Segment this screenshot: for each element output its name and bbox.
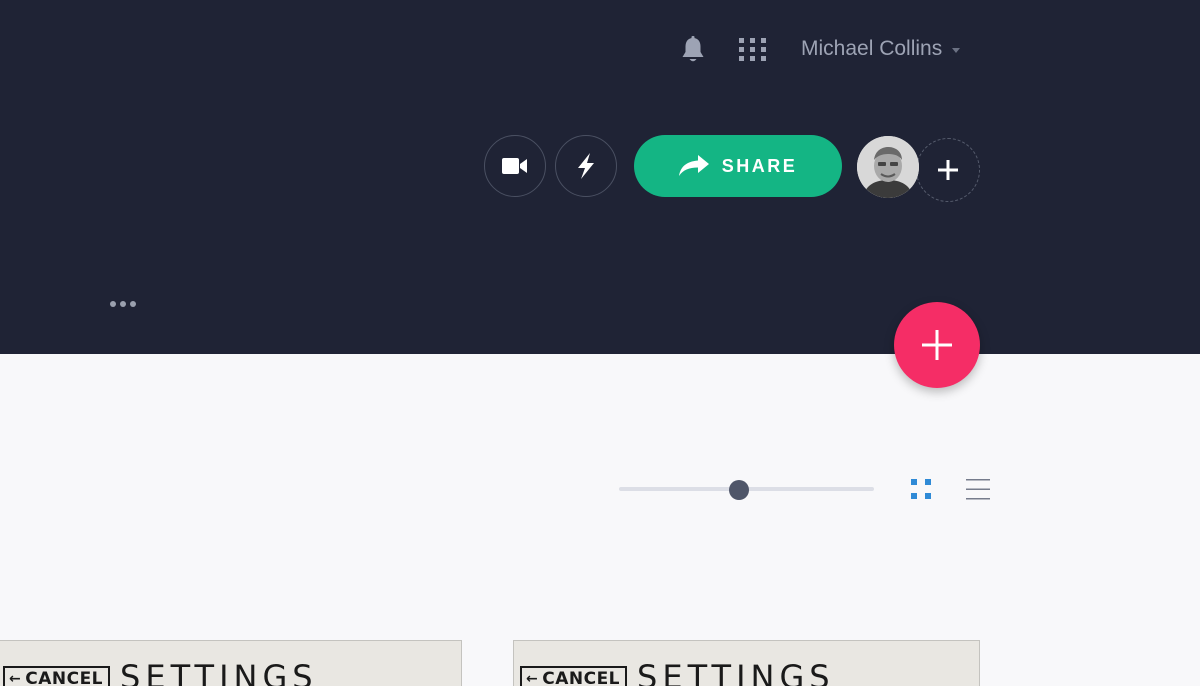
flash-button[interactable] (555, 135, 617, 197)
more-dots-icon[interactable] (110, 297, 146, 311)
share-label: SHARE (721, 155, 798, 176)
plus-icon (938, 160, 958, 180)
user-name: Michael Collins (801, 37, 943, 60)
plus-icon (922, 330, 952, 360)
list-view-icon[interactable] (964, 476, 992, 504)
add-collaborator-button[interactable] (916, 138, 980, 202)
sketch-cancel-label: CANCEL (542, 669, 621, 686)
share-arrow-icon (678, 155, 709, 176)
apps-grid-icon[interactable] (739, 38, 767, 62)
back-arrow-icon: ← (9, 671, 22, 686)
grid-view-icon[interactable] (908, 476, 936, 504)
notifications-bell-icon[interactable] (680, 36, 706, 64)
sketch-cancel: ← CANCEL (520, 666, 628, 686)
share-button[interactable]: SHARE (634, 135, 842, 197)
sketch-cancel-label: CANCEL (25, 669, 104, 686)
sketch-title: SETTINGS (637, 658, 835, 686)
zoom-slider[interactable] (619, 480, 874, 500)
lightning-bolt-icon (578, 153, 594, 179)
video-call-button[interactable] (484, 135, 546, 197)
add-screen-fab[interactable] (894, 302, 980, 388)
back-arrow-icon: ← (526, 671, 539, 686)
sketch-image: ← CANCEL SETTINGS (3, 658, 318, 686)
sketch-title: SETTINGS (120, 658, 318, 686)
slider-thumb[interactable] (728, 480, 749, 500)
screen-thumbnail[interactable]: ← CANCEL SETTINGS (513, 640, 980, 686)
avatar[interactable] (857, 136, 919, 198)
sketch-cancel: ← CANCEL (3, 666, 111, 686)
top-header: Michael Collins SHARE (0, 0, 1200, 354)
sketch-image: ← CANCEL SETTINGS (520, 658, 835, 686)
user-menu[interactable]: Michael Collins (801, 37, 961, 61)
video-camera-icon (502, 158, 527, 174)
chevron-down-icon (952, 48, 961, 53)
screen-thumbnail[interactable]: ← CANCEL SETTINGS (0, 640, 462, 686)
